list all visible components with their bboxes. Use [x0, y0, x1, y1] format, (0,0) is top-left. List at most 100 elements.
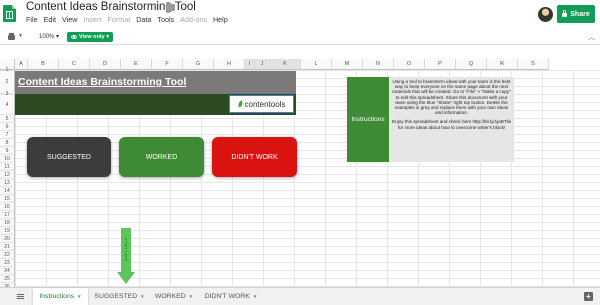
print-icon[interactable] [8, 33, 15, 40]
tab-didnt-work[interactable]: DIDN'T WORK ▼ [201, 288, 261, 305]
menu-tools[interactable]: Tools [157, 15, 174, 24]
column-header[interactable]: R [487, 59, 518, 70]
menu-view[interactable]: View [62, 15, 77, 24]
column-header[interactable]: L [301, 59, 332, 70]
row-header[interactable]: 19 [0, 227, 15, 235]
caret-down-icon: ▼ [77, 294, 82, 299]
logo-text: contentools [244, 99, 286, 109]
menu-insert[interactable]: Insert [83, 15, 101, 24]
row-header[interactable]: 15 [0, 195, 15, 203]
row-header[interactable]: 24 [0, 267, 15, 275]
didnt-work-label: DIDN'T WORK [231, 153, 278, 161]
menu-edit[interactable]: Edit [44, 15, 56, 24]
folder-icon[interactable] [166, 2, 175, 11]
didnt-work-button[interactable]: DIDN'T WORK [212, 137, 297, 177]
view-only-button[interactable]: View only ▾ [67, 32, 113, 42]
tab-label: WORKED [154, 293, 186, 300]
row-header[interactable]: 8 [0, 139, 15, 147]
row-header[interactable]: 4 [0, 95, 15, 115]
share-button[interactable]: Share [557, 5, 595, 23]
tab-suggested[interactable]: SUGGESTED ▼ [91, 288, 148, 305]
column-header[interactable]: G [183, 59, 214, 70]
title-band: Content Ideas Brainstorming Tool content… [15, 71, 296, 115]
menu-format[interactable]: Format [107, 15, 130, 24]
title-subband[interactable]: contentools [15, 94, 296, 115]
instructions-paragraph: Enjoy this spreadsheet and check here ht… [392, 119, 511, 130]
add-sheet-icon[interactable]: + [584, 292, 593, 301]
all-sheets-menu-icon[interactable] [17, 294, 24, 295]
column-header[interactable]: D [90, 59, 121, 70]
row-header[interactable]: 17 [0, 211, 15, 219]
column-header[interactable]: J [255, 59, 270, 70]
row-header[interactable]: 7 [0, 131, 15, 139]
column-header[interactable]: F [152, 59, 183, 70]
row-header[interactable]: 20 [0, 235, 15, 243]
sheets-logo-icon[interactable] [3, 5, 16, 22]
row-header[interactable]: 11 [0, 163, 15, 171]
suggested-label: SUGGESTED [47, 153, 91, 161]
column-header[interactable]: E [121, 59, 152, 70]
sheet-tab-bar: Instructions ▼ SUGGESTED ▼ WORKED ▼ DIDN'T … [0, 287, 600, 305]
row-header[interactable]: 10 [0, 155, 15, 163]
row-header[interactable]: 9 [0, 147, 15, 155]
row-header[interactable]: 16 [0, 203, 15, 211]
title-cell[interactable]: Content Ideas Brainstorming Tool [15, 71, 296, 94]
contentools-logo: contentools [229, 95, 294, 113]
toolbar: ▼ 100% ▾ View only ▾ ︿ [0, 30, 600, 45]
chevron-up-icon[interactable]: ︿ [588, 32, 595, 42]
caret-down-icon: ▼ [188, 294, 194, 299]
column-header[interactable]: N [363, 59, 394, 70]
instructions-panel: Instructions Using a tool to brainstorm … [347, 77, 514, 162]
row-header[interactable]: 14 [0, 187, 15, 195]
worked-label: WORKED [145, 153, 178, 161]
view-only-label: View only [78, 34, 105, 40]
leaf-icon [238, 100, 244, 108]
arrow-down-icon [117, 272, 135, 284]
column-header[interactable]: S [518, 59, 549, 70]
column-header[interactable]: K [270, 59, 301, 70]
tab-label: Instructions [39, 293, 75, 300]
spreadsheet-grid: ABCDEFGHIJKLMNOPQRS 1 2 3 4 5 6 7 8 9 10 11 12 13 14 1… [0, 45, 600, 287]
menu-help[interactable]: Help [213, 15, 228, 24]
tab-label: DIDN'T WORK [204, 293, 250, 300]
column-header[interactable]: M [332, 59, 363, 70]
column-header[interactable]: A [15, 59, 28, 70]
column-header[interactable]: P [425, 59, 456, 70]
instructions-label[interactable]: Instructions [347, 77, 389, 162]
row-header[interactable]: 21 [0, 243, 15, 251]
row-header[interactable]: 22 [0, 251, 15, 259]
menu-data[interactable]: Data [136, 15, 151, 24]
instructions-text[interactable]: Using a tool to brainstorm ideas with yo… [389, 77, 514, 162]
tab-worked[interactable]: WORKED ▼ [151, 288, 197, 305]
tab-instructions[interactable]: Instructions ▼ [33, 288, 88, 305]
menu-file[interactable]: File [26, 15, 38, 24]
menu-add-ons[interactable]: Add-ons [180, 15, 207, 24]
print-dropdown-icon[interactable]: ▼ [18, 33, 23, 39]
user-avatar[interactable] [538, 7, 553, 22]
row-header[interactable]: 12 [0, 171, 15, 179]
row-header[interactable]: 6 [0, 123, 15, 131]
suggested-button[interactable]: SUGGESTED [27, 137, 111, 177]
row-header[interactable]: 23 [0, 259, 15, 267]
row-header[interactable]: 13 [0, 179, 15, 187]
column-header[interactable]: H [214, 59, 245, 70]
column-header[interactable]: B [28, 59, 59, 70]
caret-down-icon: ▼ [252, 294, 258, 299]
worked-button[interactable]: WORKED [119, 137, 204, 177]
tab-label: SUGGESTED [94, 293, 138, 300]
lock-icon [562, 10, 568, 17]
column-header[interactable]: Q [456, 59, 487, 70]
instructions-paragraph: Using a tool to brainstorm ideas with yo… [392, 79, 511, 116]
row-header[interactable]: 18 [0, 219, 15, 227]
star-icon[interactable]: ☆ [153, 1, 162, 12]
zoom-select[interactable]: 100% ▾ [39, 33, 59, 40]
menu-bar: File Edit View Insert Format Data Tools … [26, 15, 234, 24]
column-header[interactable]: I [245, 59, 255, 70]
eye-icon [70, 35, 77, 39]
row-header[interactable]: 5 [0, 115, 15, 123]
column-header[interactable]: C [59, 59, 90, 70]
row-header[interactable]: 25 [0, 275, 15, 283]
column-header[interactable]: O [394, 59, 425, 70]
share-button-label: Share [570, 10, 590, 18]
arrow-text: START HERE [124, 238, 128, 262]
